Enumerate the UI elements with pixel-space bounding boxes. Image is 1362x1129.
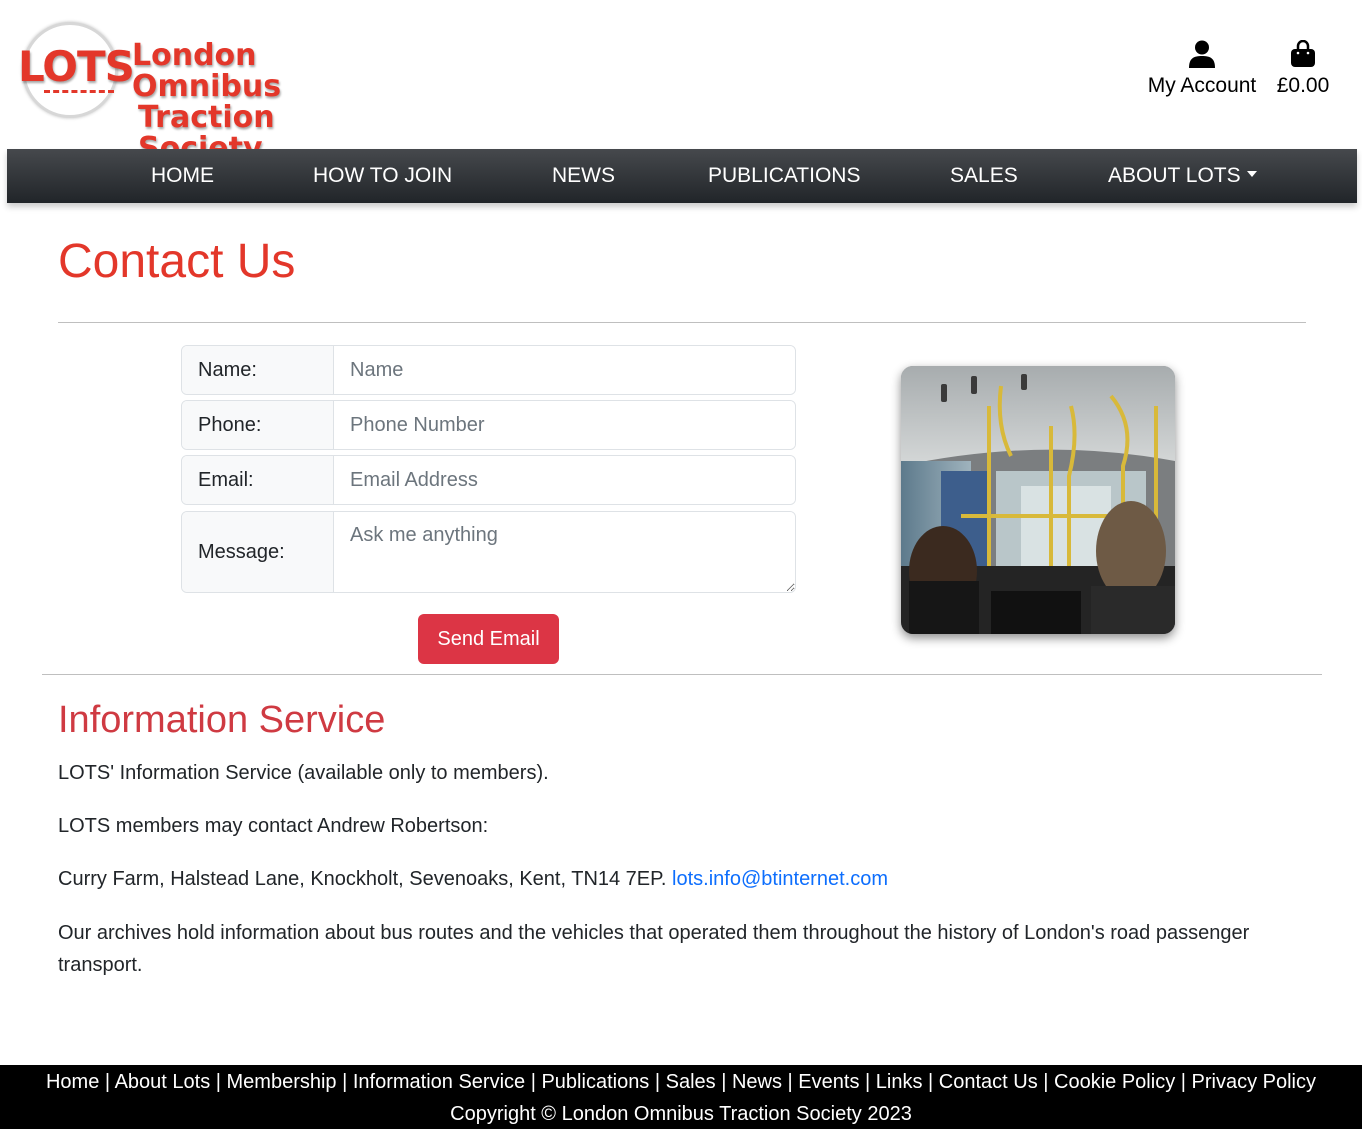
footer-link-links[interactable]: Links <box>876 1071 923 1093</box>
info-email-link[interactable]: lots.info@btinternet.com <box>672 868 888 890</box>
name-input[interactable] <box>334 346 795 394</box>
footer-link-news[interactable]: News <box>732 1071 782 1093</box>
nav-about-lots-label: ABOUT LOTS <box>1108 164 1241 187</box>
footer-separator: | <box>922 1071 939 1093</box>
footer-link-sales[interactable]: Sales <box>666 1071 716 1093</box>
footer-links: Home | About Lots | Membership | Informa… <box>0 1069 1362 1095</box>
footer-link-contact-us[interactable]: Contact Us <box>939 1071 1038 1093</box>
message-textarea[interactable] <box>334 512 795 592</box>
address-text: Curry Farm, Halstead Lane, Knockholt, Se… <box>58 868 667 890</box>
footer-separator: | <box>649 1071 666 1093</box>
cart-link[interactable]: £0.00 <box>1272 40 1334 98</box>
phone-label: Phone: <box>182 401 334 449</box>
nav-home[interactable]: HOME <box>151 149 214 203</box>
logo-org-name-line1: London Omnibus <box>132 38 282 104</box>
my-account-link[interactable]: My Account <box>1144 40 1260 98</box>
footer-separator: | <box>99 1071 115 1093</box>
footer-separator: | <box>715 1071 732 1093</box>
footer-link-events[interactable]: Events <box>798 1071 859 1093</box>
logo-dashes <box>44 90 114 94</box>
footer-separator: | <box>781 1071 799 1093</box>
footer-separator: | <box>1037 1071 1055 1093</box>
page-title: Contact Us <box>58 235 296 288</box>
page: LOTS London Omnibus Traction Society My … <box>0 0 1362 1129</box>
footer-separator: | <box>1175 1071 1192 1093</box>
nav-how-to-join[interactable]: HOW TO JOIN <box>313 149 452 203</box>
footer-link-privacy-policy[interactable]: Privacy Policy <box>1192 1071 1316 1093</box>
name-label: Name: <box>182 346 334 394</box>
info-paragraph-1: LOTS' Information Service (available onl… <box>58 762 549 784</box>
cart-total: £0.00 <box>1276 74 1330 97</box>
main-nav: HOME HOW TO JOIN NEWS PUBLICATIONS SALES… <box>7 149 1357 203</box>
footer-separator: | <box>525 1071 542 1093</box>
nav-sales[interactable]: SALES <box>950 149 1018 203</box>
divider <box>58 322 1306 323</box>
person-icon <box>1189 40 1215 68</box>
info-paragraph-4: Our archives hold information about bus … <box>58 922 1250 976</box>
info-service-title: Information Service <box>58 699 386 741</box>
footer-separator: | <box>210 1071 227 1093</box>
copyright-text: Copyright © London Omnibus Traction Soci… <box>450 1103 912 1125</box>
footer-link-about-lots[interactable]: About Lots <box>115 1071 211 1093</box>
divider <box>42 674 1322 675</box>
footer-link-home[interactable]: Home <box>46 1071 99 1093</box>
name-input-group: Name: <box>181 345 796 395</box>
footer-link-cookie-policy[interactable]: Cookie Policy <box>1054 1071 1175 1093</box>
send-email-button[interactable]: Send Email <box>418 614 559 664</box>
bus-interior-illustration <box>901 366 1175 634</box>
footer-link-publications[interactable]: Publications <box>541 1071 649 1093</box>
nav-publications[interactable]: PUBLICATIONS <box>708 149 860 203</box>
my-account-label: My Account <box>1147 74 1257 97</box>
bus-interior-photo <box>901 366 1175 634</box>
email-label: Email: <box>182 456 334 504</box>
info-paragraph-3: Curry Farm, Halstead Lane, Knockholt, Se… <box>58 863 1288 895</box>
phone-input[interactable] <box>334 401 795 449</box>
logo-org-name: London Omnibus Traction Society <box>132 40 398 164</box>
message-input-group: Message: <box>181 511 796 593</box>
logo-lots-text: LOTS <box>18 42 135 91</box>
nav-about-lots-dropdown[interactable]: ABOUT LOTS <box>1108 149 1257 203</box>
nav-news[interactable]: NEWS <box>552 149 615 203</box>
footer-separator: | <box>859 1071 876 1093</box>
info-paragraph-2: LOTS members may contact Andrew Robertso… <box>58 815 489 837</box>
footer-separator: | <box>336 1071 353 1093</box>
caret-down-icon <box>1246 171 1257 178</box>
email-input-group: Email: <box>181 455 796 505</box>
shopping-bag-icon <box>1291 40 1315 67</box>
footer-link-membership[interactable]: Membership <box>227 1071 337 1093</box>
message-label: Message: <box>182 512 334 592</box>
site-footer: Home | About Lots | Membership | Informa… <box>0 1065 1362 1129</box>
phone-input-group: Phone: <box>181 400 796 450</box>
site-logo[interactable]: LOTS London Omnibus Traction Society <box>18 20 398 164</box>
footer-link-information-service[interactable]: Information Service <box>353 1071 525 1093</box>
email-input[interactable] <box>334 456 795 504</box>
